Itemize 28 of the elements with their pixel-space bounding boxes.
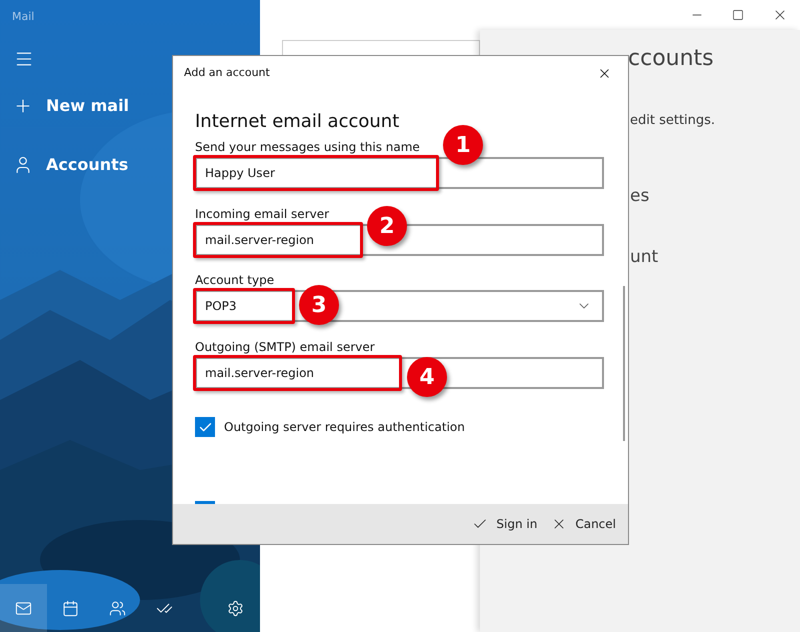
panel-text: es — [630, 184, 650, 208]
field-value: mail.server-region — [205, 232, 314, 249]
panel-title: ccounts — [628, 45, 714, 73]
maximize-icon[interactable] — [732, 9, 744, 21]
checkbox[interactable] — [195, 417, 215, 437]
people-icon — [109, 600, 126, 616]
sidebar-item[interactable]: Accounts — [13, 152, 128, 176]
cancel-button[interactable]: Cancel — [551, 515, 616, 533]
sign-in-button[interactable]: Sign in — [472, 515, 538, 533]
field-label: Outgoing (SMTP) email server — [195, 339, 375, 355]
field-label: Account type — [195, 272, 274, 288]
mail-icon — [15, 600, 32, 616]
scrollbar[interactable] — [623, 286, 625, 441]
field-value: POP3 — [205, 298, 237, 315]
panel-text: unt — [630, 246, 658, 269]
app-title: Mail — [12, 9, 34, 25]
sidebar-item[interactable]: New mail — [13, 94, 130, 118]
calendar-icon — [62, 600, 79, 616]
panel-text: edit settings. — [630, 112, 716, 130]
field-label: Incoming email server — [195, 206, 330, 222]
dialog-heading: Internet email account — [195, 110, 400, 134]
field-value: mail.server-region — [205, 365, 314, 382]
dialog-title: Add an account — [184, 64, 270, 81]
checkbox-label[interactable]: Outgoing server requires authentication — [224, 418, 465, 436]
field-value: Happy User — [205, 165, 275, 182]
field-label: Send your messages using this name — [195, 139, 420, 155]
settings-icon — [227, 600, 244, 616]
nav-button[interactable] — [0, 584, 47, 632]
